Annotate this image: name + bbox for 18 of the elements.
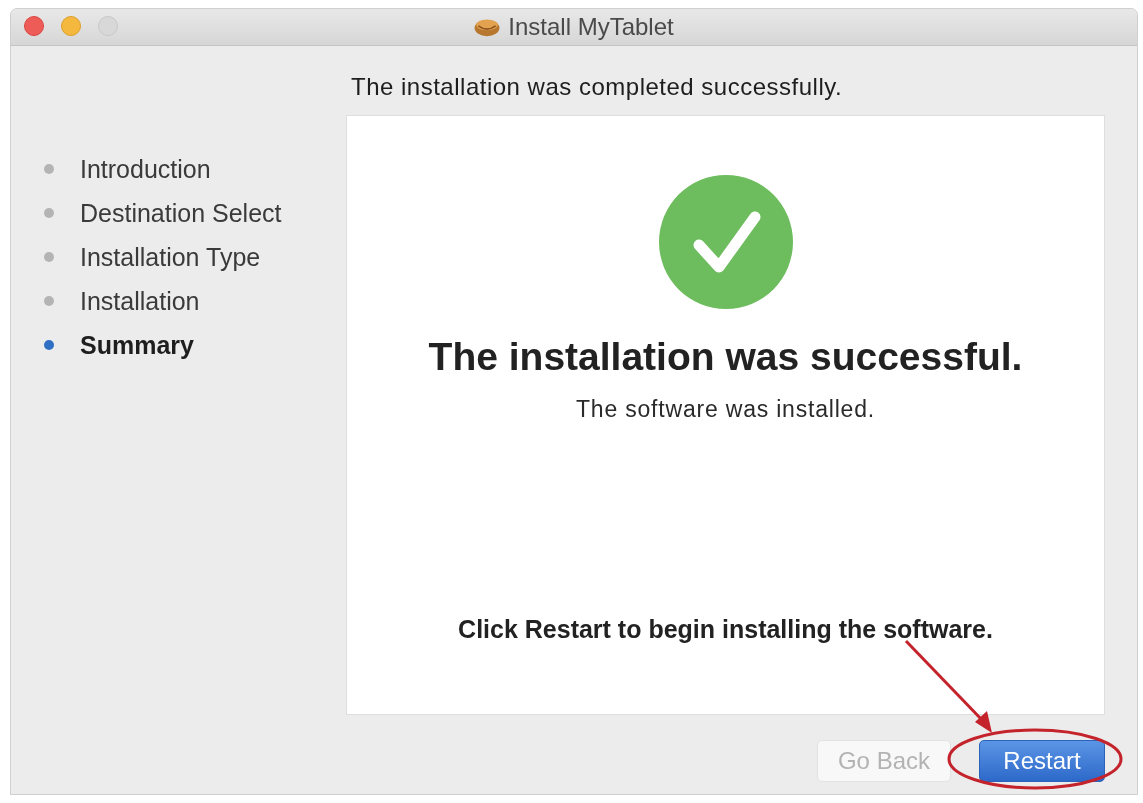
default-button[interactable]: Restart bbox=[979, 740, 1105, 782]
zoom-icon[interactable] bbox=[98, 16, 118, 36]
step-label: Summary bbox=[80, 330, 194, 360]
step-label: Installation Type bbox=[80, 242, 261, 272]
step-label: Introduction bbox=[80, 154, 211, 184]
highlight-ellipse-icon bbox=[947, 728, 1123, 790]
annotation-arrow-icon bbox=[903, 639, 995, 735]
package-icon bbox=[474, 17, 501, 37]
success-check-icon bbox=[658, 175, 793, 309]
restart-instruction: Click Restart to begin installing the software. bbox=[458, 615, 993, 644]
minimize-icon[interactable] bbox=[61, 16, 81, 36]
close-icon[interactable] bbox=[24, 16, 44, 36]
success-message: The software was installed. bbox=[576, 395, 875, 423]
status-header: The installation was completed successfully. bbox=[350, 72, 844, 101]
step-label: Destination Select bbox=[80, 198, 282, 228]
window-title: Install MyTablet bbox=[508, 13, 674, 41]
success-heading: The installation was successful. bbox=[428, 335, 1023, 379]
step-label: Installation bbox=[80, 286, 200, 316]
